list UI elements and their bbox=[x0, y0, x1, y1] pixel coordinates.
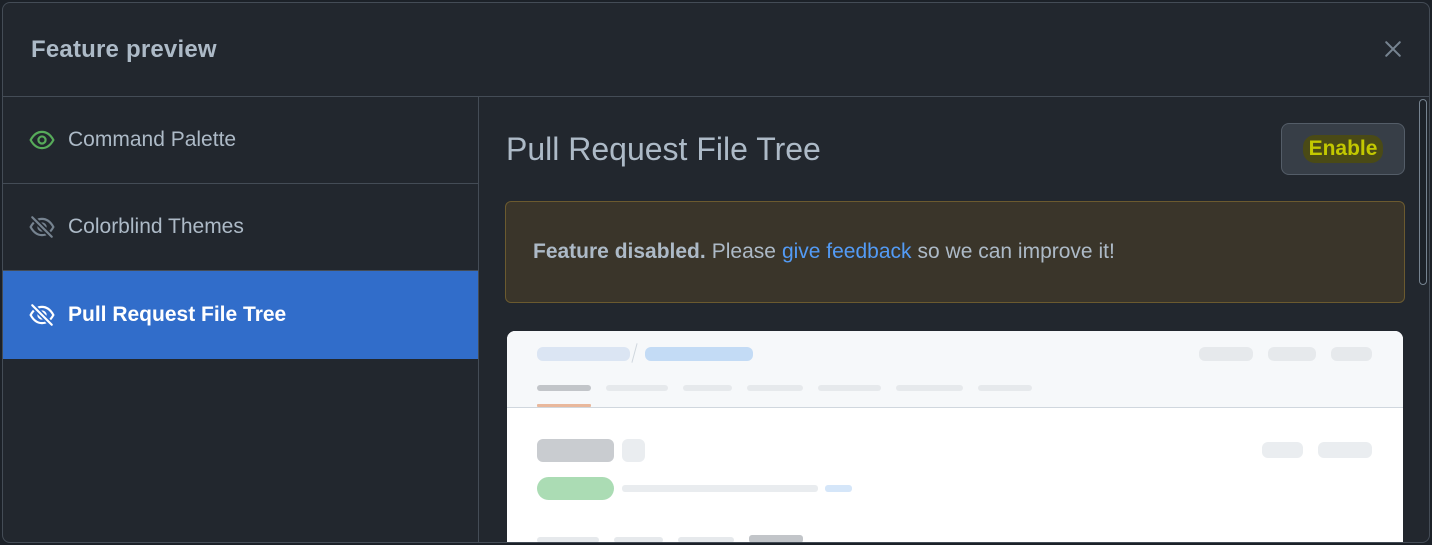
sidebar-item-label: Command Palette bbox=[68, 128, 237, 151]
feature-detail: Pull Request File Tree Enable Feature di… bbox=[479, 97, 1429, 542]
preview-action bbox=[1199, 347, 1253, 361]
preview-tab bbox=[818, 385, 881, 391]
sidebar-item-label: Pull Request File Tree bbox=[68, 303, 287, 326]
preview-breadcrumb bbox=[537, 347, 630, 361]
sidebar-item-label: Colorblind Themes bbox=[68, 215, 244, 238]
preview-tab bbox=[537, 385, 591, 391]
dialog-title: Feature preview bbox=[31, 36, 217, 63]
preview-pr-title bbox=[537, 439, 614, 462]
notice-status: Feature disabled. bbox=[533, 240, 706, 263]
preview-action bbox=[1331, 347, 1372, 361]
feature-disabled-notice: Feature disabled. Please give feedback s… bbox=[505, 201, 1405, 303]
preview-tab bbox=[683, 385, 732, 391]
sidebar-item-colorblind-themes[interactable]: Colorblind Themes bbox=[3, 184, 478, 271]
preview-topbar bbox=[507, 331, 1403, 408]
eye-icon bbox=[29, 127, 55, 153]
preview-meta bbox=[622, 485, 818, 492]
preview-button bbox=[1262, 442, 1303, 458]
x-icon bbox=[1385, 41, 1401, 57]
preview-button bbox=[1318, 442, 1372, 458]
eye-closed-icon bbox=[29, 302, 55, 328]
preview-tab bbox=[747, 385, 803, 391]
preview-tab-underline bbox=[537, 404, 591, 407]
feature-preview-dialog: Feature preview Command Palette Colorbli… bbox=[2, 2, 1430, 543]
dialog-header: Feature preview bbox=[3, 3, 1429, 97]
feature-list: Command Palette Colorblind Themes Pull R… bbox=[3, 97, 479, 542]
enable-label: Enable bbox=[1302, 135, 1384, 163]
give-feedback-link[interactable]: give feedback bbox=[782, 240, 912, 264]
preview-action bbox=[1268, 347, 1316, 361]
notice-text-end: so we can improve it! bbox=[917, 240, 1115, 263]
close-button[interactable] bbox=[1379, 35, 1407, 63]
preview-tab bbox=[606, 385, 668, 391]
preview-branch bbox=[825, 485, 852, 492]
preview-state-badge bbox=[537, 477, 614, 500]
notice-text: Please bbox=[711, 240, 776, 263]
preview-tab bbox=[978, 385, 1032, 391]
enable-button[interactable]: Enable bbox=[1281, 123, 1405, 175]
eye-closed-icon bbox=[29, 214, 55, 240]
preview-pr-number bbox=[622, 439, 645, 462]
sidebar-item-pull-request-file-tree[interactable]: Pull Request File Tree bbox=[3, 271, 478, 359]
preview-tab bbox=[537, 537, 599, 542]
preview-tab bbox=[896, 385, 963, 391]
feature-preview-image bbox=[507, 331, 1403, 542]
preview-repo-name bbox=[645, 347, 753, 361]
feature-title: Pull Request File Tree bbox=[506, 131, 821, 167]
sidebar-item-command-palette[interactable]: Command Palette bbox=[3, 97, 478, 184]
preview-tab bbox=[749, 535, 803, 542]
preview-tab bbox=[678, 537, 734, 542]
scrollbar[interactable] bbox=[1419, 99, 1427, 285]
preview-tab bbox=[614, 537, 663, 542]
